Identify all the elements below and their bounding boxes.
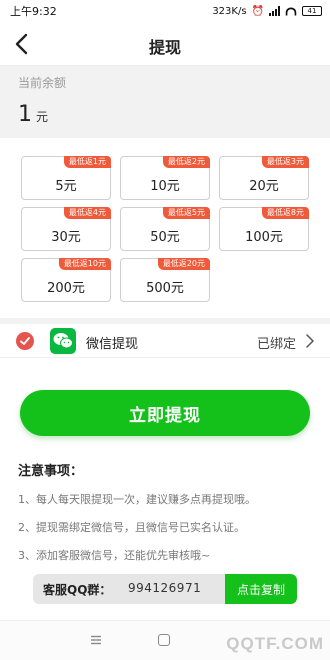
min-return-badge: 最低返1元: [63, 156, 111, 168]
min-return-badge: 最低返2元: [162, 156, 210, 168]
min-return-badge: 最低返10元: [58, 258, 111, 270]
amount-label: 5元: [55, 179, 77, 194]
withdraw-now-button[interactable]: 立即提现: [20, 390, 310, 436]
page-title: 提现: [148, 38, 181, 57]
battery-level: 41: [307, 6, 317, 15]
amount-option-5[interactable]: 最低返1元 5元: [21, 156, 111, 200]
wechat-withdraw-label: 微信提现: [86, 337, 139, 352]
note-item: 1、每人每天限提现一次，建议赚多点再提现哦。: [18, 493, 256, 506]
title-bar: 提现: [0, 22, 330, 66]
amount-options: 最低返1元 5元 最低返2元 10元 最低返3元 20元 最低返4元 30元 最…: [0, 138, 330, 318]
chevron-right-icon: [306, 334, 314, 348]
min-return-badge: 最低返8元: [261, 207, 309, 219]
menu-icon[interactable]: [90, 635, 102, 645]
min-return-badge: 最低返20元: [157, 258, 210, 270]
balance-value: 1 元: [18, 102, 48, 127]
amount-option-50[interactable]: 最低返5元 50元: [120, 207, 210, 251]
min-return-badge: 最低返4元: [63, 207, 111, 219]
notes-title: 注意事项：: [18, 464, 84, 479]
home-icon[interactable]: [158, 634, 170, 646]
amount-option-10[interactable]: 最低返2元 10元: [120, 156, 210, 200]
amount-label: 10元: [150, 179, 180, 194]
amount-label: 500元: [146, 281, 184, 296]
qq-group-label: 客服QQ群：: [43, 583, 112, 597]
bound-status: 已绑定: [256, 337, 296, 352]
balance-section: 当前余额 1 元: [0, 66, 330, 138]
balance-label: 当前余额: [18, 76, 67, 90]
note-item: 2、提现需绑定微信号，且微信号已实名认证。: [18, 521, 245, 534]
min-return-badge: 最低返3元: [261, 156, 309, 168]
amount-label: 100元: [245, 230, 283, 245]
battery-icon: 41: [302, 6, 322, 16]
note-item: 3、添加客服微信号，还能优先审核哦~: [18, 549, 211, 562]
signal-icon: [269, 6, 280, 16]
amount-label: 30元: [51, 230, 81, 245]
alarm-icon: ⏰: [251, 5, 264, 17]
balance-unit: 元: [36, 110, 49, 124]
min-return-badge: 最低返5元: [162, 207, 210, 219]
wechat-icon: [50, 328, 76, 354]
status-bar: 上午9:32 323K/s ⏰ 41: [0, 0, 330, 22]
status-icons: 323K/s ⏰ 41: [212, 6, 322, 17]
check-icon: [16, 332, 34, 350]
amount-label: 200元: [47, 281, 85, 296]
amount-option-30[interactable]: 最低返4元 30元: [21, 207, 111, 251]
amount-label: 20元: [249, 179, 279, 194]
amount-option-500[interactable]: 最低返20元 500元: [120, 258, 210, 302]
copy-button[interactable]: 点击复制: [225, 574, 297, 604]
amount-option-100[interactable]: 最低返8元 100元: [219, 207, 309, 251]
watermark: QQTF.COM: [226, 634, 324, 653]
wechat-withdraw-option[interactable]: 微信提现 已绑定: [0, 324, 330, 358]
network-speed: 323K/s: [212, 5, 247, 17]
amount-option-200[interactable]: 最低返10元 200元: [21, 258, 111, 302]
status-time: 上午9:32: [10, 5, 57, 18]
qq-group-number: 994126971: [128, 581, 202, 595]
amount-label: 50元: [150, 230, 180, 245]
service-qq-group: 客服QQ群： 994126971 点击复制: [33, 574, 297, 604]
wifi-icon: [285, 6, 297, 16]
balance-amount: 1: [18, 102, 32, 127]
amount-option-20[interactable]: 最低返3元 20元: [219, 156, 309, 200]
